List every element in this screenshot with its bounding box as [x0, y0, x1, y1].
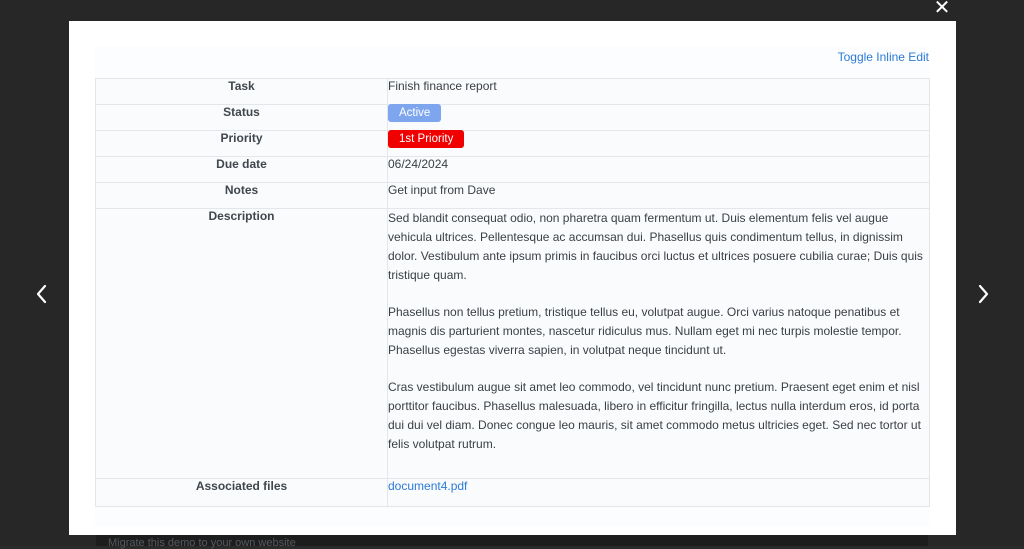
table-row-files: Associated files document4.pdf: [95, 478, 930, 507]
file-link-document4[interactable]: document4.pdf: [388, 479, 467, 493]
background-page-text: Migrate this demo to your own website: [108, 537, 296, 549]
table-row-priority: Priority 1st Priority: [95, 130, 930, 157]
description-paragraph: Cras vestibulum augue sit amet leo commo…: [388, 380, 921, 451]
description-label: Description: [95, 208, 388, 479]
task-value: Finish finance report: [387, 78, 930, 105]
priority-label: Priority: [95, 130, 388, 157]
close-button[interactable]: ✕: [930, 0, 954, 18]
due-date-value: 06/24/2024: [387, 156, 930, 183]
notes-label: Notes: [95, 182, 388, 209]
priority-cell: 1st Priority: [387, 130, 930, 157]
previous-button[interactable]: [32, 282, 52, 306]
table-row-description: Description Sed blandit consequat odio, …: [95, 208, 930, 479]
table-row-notes: Notes Get input from Dave: [95, 182, 930, 209]
toggle-inline-edit-link[interactable]: Toggle Inline Edit: [838, 50, 929, 64]
description-paragraph: Phasellus non tellus pretium, tristique …: [388, 305, 902, 357]
status-label: Status: [95, 104, 388, 131]
table-row-due-date: Due date 06/24/2024: [95, 156, 930, 183]
due-date-label: Due date: [95, 156, 388, 183]
chevron-left-icon: [36, 284, 47, 304]
priority-badge: 1st Priority: [388, 130, 465, 148]
description-value: Sed blandit consequat odio, non pharetra…: [387, 208, 930, 479]
status-cell: Active: [387, 104, 930, 131]
task-label: Task: [95, 78, 388, 105]
notes-value: Get input from Dave: [387, 182, 930, 209]
table-row-task: Task Finish finance report: [95, 78, 930, 105]
next-button[interactable]: [973, 282, 993, 306]
files-cell: document4.pdf: [387, 478, 930, 507]
description-paragraph: Sed blandit consequat odio, non pharetra…: [388, 211, 923, 282]
table-row-status: Status Active: [95, 104, 930, 131]
close-icon: ✕: [933, 0, 951, 19]
record-details-table: Task Finish finance report Status Active…: [95, 78, 930, 507]
chevron-right-icon: [978, 284, 989, 304]
files-label: Associated files: [95, 478, 388, 507]
status-badge: Active: [388, 104, 442, 122]
